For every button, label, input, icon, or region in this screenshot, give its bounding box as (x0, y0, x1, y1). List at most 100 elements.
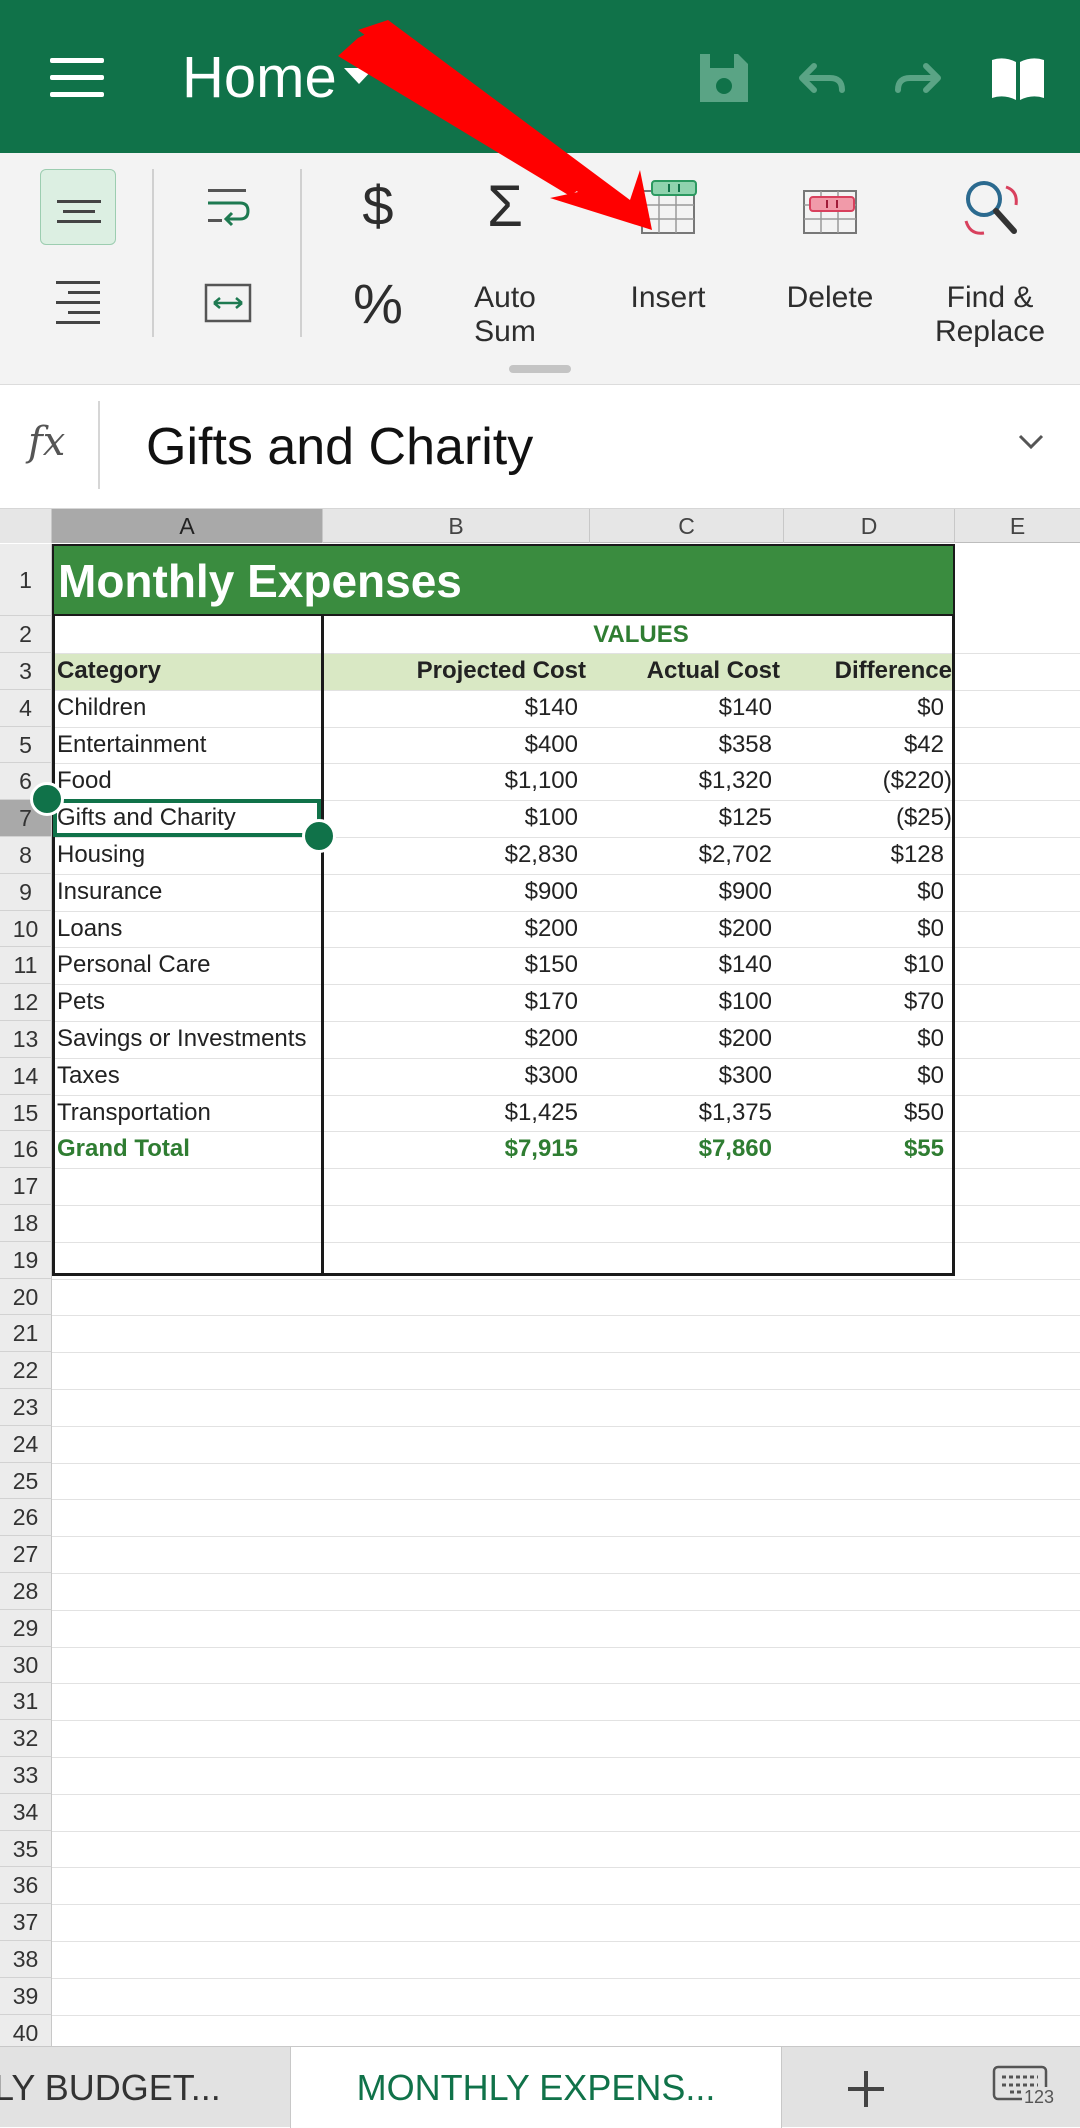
row-header[interactable]: 18 (0, 1205, 52, 1242)
align-center-button[interactable] (40, 169, 116, 245)
ribbon-resize-handle[interactable] (0, 355, 1080, 385)
row-header[interactable]: 25 (0, 1462, 52, 1500)
insert-button[interactable]: Insert (610, 177, 726, 327)
row-header[interactable]: 21 (0, 1315, 52, 1353)
row-header[interactable]: 28 (0, 1573, 52, 1610)
reading-view-icon[interactable] (988, 48, 1048, 108)
row-header[interactable]: 29 (0, 1609, 52, 1647)
select-all-corner[interactable] (0, 509, 52, 543)
find-replace-button[interactable]: Find & Replace (920, 173, 1060, 348)
row-header[interactable]: 1 (0, 544, 52, 616)
sheet-title: Monthly Expenses (58, 555, 462, 607)
column-header-b[interactable]: B (323, 509, 590, 543)
keyboard-label: 123 (1022, 2087, 1057, 2108)
save-icon[interactable] (694, 48, 754, 108)
row-header[interactable]: 27 (0, 1536, 52, 1573)
merge-cells-icon (204, 283, 252, 323)
row-gridline (52, 1904, 1080, 1906)
row-header[interactable]: 5 (0, 726, 52, 764)
insert-label: Insert (630, 281, 706, 314)
row-gridline (52, 1830, 1080, 1832)
row-header[interactable]: 4 (0, 689, 52, 727)
delete-cells-icon (803, 190, 857, 234)
row-header[interactable]: 31 (0, 1683, 52, 1721)
delete-button[interactable]: Delete (770, 177, 890, 327)
row-header[interactable]: 13 (0, 1021, 52, 1058)
percent-button[interactable]: % (340, 269, 416, 339)
row-header[interactable]: 34 (0, 1793, 52, 1831)
align-center-icon (57, 200, 101, 223)
row-gridline (52, 1941, 1080, 1942)
align-right-button[interactable] (40, 263, 116, 339)
row-gridline (52, 2014, 1080, 2016)
delete-label: Delete (786, 281, 874, 314)
row-header[interactable]: 23 (0, 1389, 52, 1426)
menu-icon[interactable] (50, 58, 104, 98)
row-header[interactable]: 3 (0, 653, 52, 690)
row-gridline (52, 1278, 1080, 1280)
column-header-a[interactable]: A (52, 509, 323, 543)
wrap-text-icon (208, 189, 250, 227)
spreadsheet-grid[interactable]: A B C D E 1 2 3 4 5 6 7 8 9 10 11 12 13 14 15 16 17 18 19 2… (0, 509, 1080, 2046)
row-header[interactable]: 11 (0, 947, 52, 985)
row-header[interactable]: 39 (0, 1977, 52, 2015)
row-header[interactable]: 32 (0, 1720, 52, 1757)
row-gridline (52, 1536, 1080, 1538)
row-header[interactable]: 17 (0, 1168, 52, 1205)
row-gridline (52, 1499, 1080, 1501)
row-header[interactable]: 24 (0, 1425, 52, 1463)
row-header[interactable]: 22 (0, 1352, 52, 1389)
formula-bar: fx Gifts and Charity (0, 385, 1080, 509)
undo-icon[interactable] (790, 48, 850, 108)
sigma-icon: Σ (487, 174, 523, 239)
wrap-text-button[interactable] (190, 175, 266, 245)
row-header[interactable]: 30 (0, 1646, 52, 1684)
column-header-d[interactable]: D (784, 509, 955, 543)
row-header[interactable]: 40 (0, 2014, 52, 2046)
row-header[interactable]: 33 (0, 1757, 52, 1794)
merge-cells-button[interactable] (190, 265, 266, 341)
row-header[interactable]: 35 (0, 1830, 52, 1868)
chevron-down-icon[interactable] (1016, 427, 1046, 457)
keyboard-icon[interactable]: 123 (992, 2065, 1057, 2111)
auto-sum-button[interactable]: Σ Auto Sum (450, 174, 560, 349)
auto-sum-label-line2: Sum (474, 315, 536, 348)
row-header[interactable]: 12 (0, 984, 52, 1021)
row-header[interactable]: 8 (0, 837, 52, 874)
sheet-tab-budget[interactable]: LY BUDGET... (0, 2047, 290, 2128)
column-header-c[interactable]: C (590, 509, 784, 543)
row-gridline (52, 1609, 1080, 1611)
row-gridline (52, 1315, 1080, 1317)
selection-handle-end[interactable] (302, 819, 336, 853)
row-header[interactable]: 14 (0, 1057, 52, 1095)
ribbon-tab-selector[interactable]: Home (182, 42, 337, 114)
row-header[interactable]: 26 (0, 1499, 52, 1537)
redo-icon[interactable] (890, 48, 950, 108)
row-header[interactable]: 2 (0, 616, 52, 653)
currency-button[interactable]: $ (340, 175, 416, 237)
row-header[interactable]: 10 (0, 910, 52, 948)
plus-icon[interactable] (838, 2061, 894, 2117)
chevron-down-icon[interactable] (344, 68, 374, 84)
ribbon-toolbar: $ % Σ Auto Sum Insert Delete Find & Repl… (0, 153, 1080, 355)
find-replace-icon (964, 181, 1018, 235)
row-header[interactable]: 37 (0, 1904, 52, 1941)
formula-input[interactable]: Gifts and Charity (146, 417, 533, 477)
column-header-e[interactable]: E (955, 509, 1080, 543)
row-gridline (52, 1462, 1080, 1464)
row-header[interactable]: 16 (0, 1131, 52, 1169)
pivot-divider (321, 616, 324, 1276)
row-header[interactable]: 36 (0, 1867, 52, 1905)
row-header[interactable]: 38 (0, 1941, 52, 1978)
row-gridline (52, 1720, 1080, 1722)
row-header[interactable]: 19 (0, 1241, 52, 1279)
row-gridline (52, 1352, 1080, 1354)
selection-handle-start[interactable] (30, 782, 64, 816)
function-icon[interactable]: fx (28, 419, 65, 465)
row-header[interactable]: 20 (0, 1278, 52, 1316)
row-header[interactable]: 15 (0, 1094, 52, 1132)
row-header[interactable]: 9 (0, 873, 52, 911)
row-gridline (52, 1573, 1080, 1574)
sheet-tab-monthly-expenses[interactable]: MONTHLY EXPENS... (290, 2047, 782, 2128)
selected-cell-a7[interactable] (53, 799, 321, 837)
